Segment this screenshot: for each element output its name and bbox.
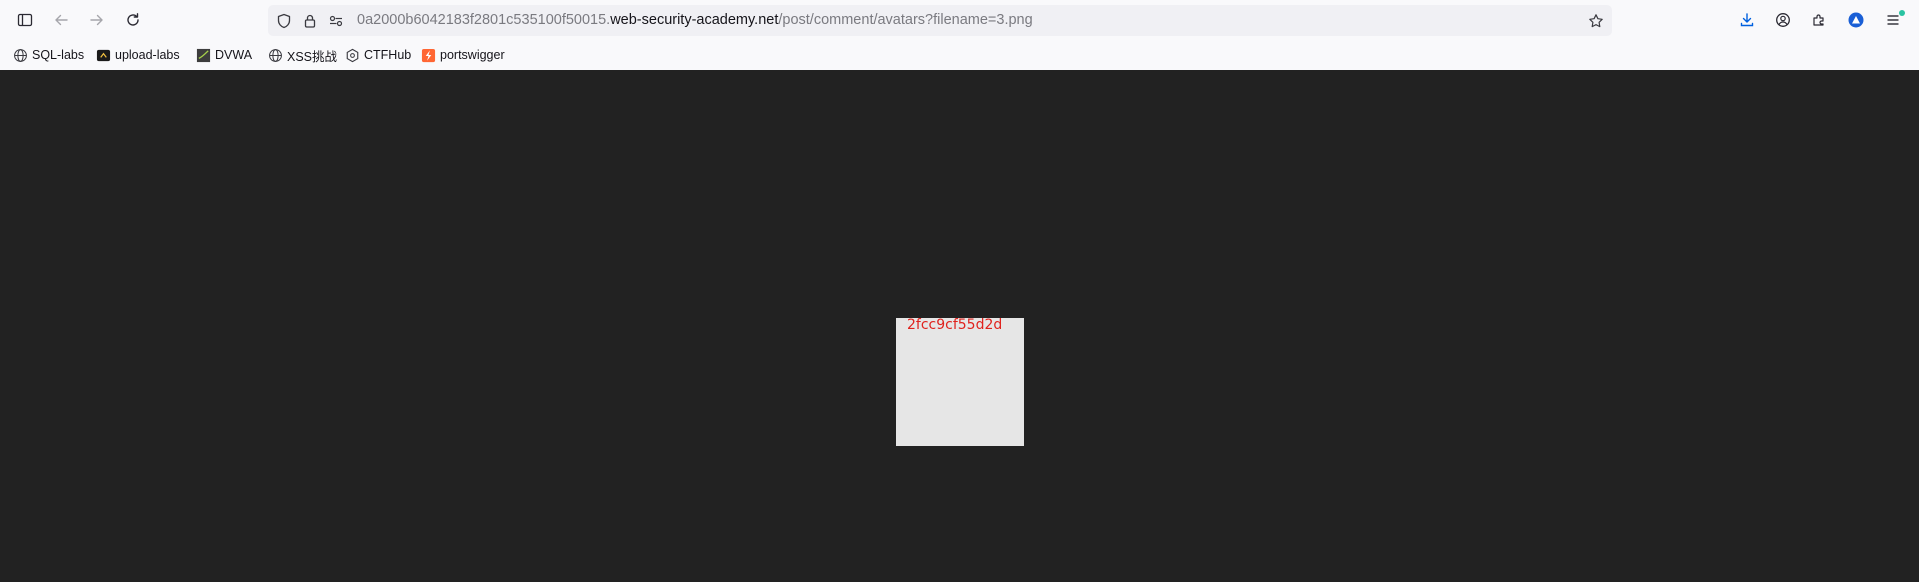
- url-text[interactable]: 0a2000b6042183f2801c535100f50015.web-sec…: [357, 5, 1033, 36]
- bookmark-label: upload-labs: [115, 48, 180, 62]
- download-icon[interactable]: [1733, 6, 1761, 34]
- notification-dot: [1899, 10, 1905, 16]
- bookmark-label: SQL-labs: [32, 48, 85, 62]
- avatar-image-text: 2fcc9cf55d2d: [907, 318, 1003, 333]
- forward-arrow-icon[interactable]: [83, 6, 111, 34]
- dvwa-icon: [195, 47, 211, 63]
- url-bar[interactable]: 0a2000b6042183f2801c535100f50015.web-sec…: [268, 5, 1612, 36]
- shield-icon[interactable]: [273, 5, 295, 36]
- reload-icon[interactable]: [119, 6, 147, 34]
- vpn-icon[interactable]: [1842, 6, 1870, 34]
- globe-icon: [267, 47, 283, 63]
- bookmark-upload-labs[interactable]: upload-labs: [95, 43, 180, 67]
- toolbar: 0a2000b6042183f2801c535100f50015.web-sec…: [0, 0, 1919, 41]
- bookmark-portswigger[interactable]: portswigger: [420, 43, 505, 67]
- bookmark-label: portswigger: [440, 48, 505, 62]
- browser-chrome: 0a2000b6042183f2801c535100f50015.web-sec…: [0, 0, 1919, 71]
- bookmarks-toolbar: SQL-labs upload-labs DVWA XSS挑战 CTFHub p…: [0, 43, 1919, 67]
- bookmark-star-icon[interactable]: [1585, 5, 1607, 36]
- url-domain: web-security-academy.net: [610, 12, 779, 28]
- avatar-image: 2fcc9cf55d2d: [896, 318, 1024, 446]
- lock-icon[interactable]: [299, 5, 321, 36]
- portswigger-icon: [420, 47, 436, 63]
- globe-icon: [12, 47, 28, 63]
- upload-labs-icon: [95, 47, 111, 63]
- url-prefix: 0a2000b6042183f2801c535100f50015.: [357, 12, 611, 28]
- url-path: /post/comment/avatars?filename=3.png: [778, 12, 1033, 28]
- bookmark-xss[interactable]: XSS挑战: [267, 43, 337, 67]
- back-arrow-icon[interactable]: [47, 6, 75, 34]
- bookmark-ctfhub[interactable]: CTFHub: [344, 43, 411, 67]
- menu-icon[interactable]: [1879, 6, 1907, 34]
- ctfhub-icon: [344, 47, 360, 63]
- bookmark-dvwa[interactable]: DVWA: [195, 43, 252, 67]
- permissions-icon[interactable]: [325, 5, 347, 36]
- sidebar-icon[interactable]: [11, 6, 39, 34]
- extensions-icon[interactable]: [1805, 6, 1833, 34]
- account-icon[interactable]: [1769, 6, 1797, 34]
- bookmark-label: CTFHub: [364, 48, 412, 62]
- bookmark-sql-labs[interactable]: SQL-labs: [12, 43, 84, 67]
- bookmark-label: DVWA: [215, 48, 253, 62]
- bookmark-label: XSS挑战: [287, 49, 338, 64]
